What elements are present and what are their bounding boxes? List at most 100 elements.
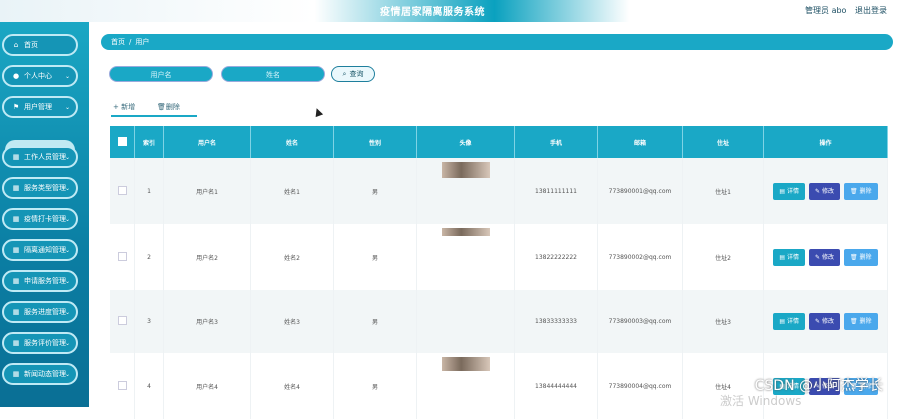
sidebar-item-label: 疫情打卡管理 [24, 215, 66, 223]
detail-label: 详情 [787, 187, 800, 195]
sidebar-item-label: 服务进度管理 [24, 308, 66, 316]
row-checkbox[interactable] [117, 316, 127, 325]
cell-gender: 男 [333, 158, 417, 224]
sidebar-item-label: 申请服务管理 [24, 277, 66, 285]
detail-label: 详情 [787, 253, 800, 261]
sidebar: ⌂首页 ●个人中心⌄ ⚑用户管理⌄ 用户 ▦工作人员管理⌄ ▦服务类型管理⌄ ▦… [0, 22, 89, 407]
sidebar-item-notice[interactable]: ▦ 隔离通知管理 ⌄ [2, 239, 78, 261]
sidebar-item-users[interactable]: ⚑ 用户管理 ⌄ [2, 96, 78, 118]
avatar-image [441, 162, 490, 178]
edit-button[interactable]: ✎ 修改 [809, 248, 840, 266]
cell-address: 住址2 [682, 224, 764, 290]
delete-label: 删除 [859, 318, 872, 325]
cell-name: 姓名1 [250, 158, 334, 224]
sidebar-item-service-type[interactable]: ▦ 服务类型管理 ⌄ [2, 177, 78, 199]
logout-link[interactable]: 退出登录 [855, 6, 887, 15]
chevron-down-icon: ⌄ [64, 339, 70, 347]
grid-icon: ▦ [12, 277, 20, 285]
sidebar-item-label: 首页 [24, 41, 38, 49]
breadcrumb-home[interactable]: 首页 [111, 37, 125, 47]
detail-button[interactable]: ▤ 详情 [773, 248, 806, 266]
cell-index: 3 [134, 290, 164, 353]
edit-button[interactable]: ✎ 修改 [809, 182, 840, 200]
sidebar-item-label: 工作人员管理 [24, 153, 66, 161]
delete-button-label: 删除 [165, 103, 180, 111]
row-delete-button[interactable]: 🗑 删除 [844, 182, 878, 200]
name-search-input[interactable]: 姓名 [221, 66, 325, 82]
cell-email: 773890001@qq.com [597, 158, 683, 224]
header-operations: 操作 [763, 126, 888, 158]
sidebar-item-checkin[interactable]: ▦ 疫情打卡管理 ⌄ [2, 208, 78, 230]
header-phone: 手机 [514, 126, 598, 158]
grid-icon: ▦ [12, 308, 20, 316]
edit-label: 修改 [821, 253, 834, 261]
grid-icon: ▦ [12, 215, 20, 223]
cell-address: 住址4 [682, 353, 764, 419]
header-username: 用户名 [163, 126, 251, 158]
home-icon: ⌂ [13, 41, 19, 49]
cell-username: 用户名3 [163, 290, 251, 353]
top-bar: 疫情居家隔离服务系统 管理员 abo 退出登录 [0, 0, 899, 22]
sidebar-item-news[interactable]: ▦ 新闻动态管理 ⌄ [2, 363, 78, 385]
table-row: 3 用户名3 姓名3 男 13833333333 773890003@qq.co… [110, 290, 888, 353]
sidebar-item-label: 服务类型管理 [24, 184, 66, 192]
cell-gender: 男 [333, 224, 417, 290]
chevron-down-icon: ⌄ [64, 103, 70, 111]
cell-gender: 男 [333, 353, 417, 419]
detail-button[interactable]: ▤ 详情 [773, 182, 806, 200]
header-gender: 性别 [333, 126, 417, 158]
detail-icon: ▤ [779, 318, 786, 325]
edit-icon: ✎ [815, 318, 821, 325]
add-button[interactable]: + 新增 [113, 100, 135, 114]
breadcrumb: 首页 / 用户 [101, 34, 893, 50]
cell-email: 773890002@qq.com [597, 224, 683, 290]
grid-icon: ▦ [12, 184, 20, 192]
trash-icon: 🗑 [157, 103, 166, 111]
edit-icon: ✎ [815, 187, 821, 195]
cell-email: 773890003@qq.com [597, 290, 683, 353]
cell-phone: 13811111111 [514, 158, 598, 224]
trash-icon: 🗑 [850, 187, 858, 195]
grid-icon: ▦ [12, 246, 20, 254]
table-row: 2 用户名2 姓名2 男 13822222222 773890002@qq.co… [110, 224, 888, 290]
table-row: 1 用户名1 姓名1 男 13811111111 773890001@qq.co… [110, 158, 888, 224]
trash-icon: 🗑 [850, 318, 858, 325]
search-button-label: 查询 [349, 70, 364, 78]
sidebar-item-review[interactable]: ▦ 服务评价管理 ⌄ [2, 332, 78, 354]
chevron-down-icon: ⌄ [64, 277, 70, 285]
detail-icon: ▤ [779, 187, 786, 195]
sidebar-item-label: 服务评价管理 [24, 339, 66, 347]
username-search-input[interactable]: 用户名 [109, 66, 213, 82]
search-button[interactable]: ⌕ 查询 [331, 66, 375, 82]
sidebar-item-progress[interactable]: ▦ 服务进度管理 ⌄ [2, 301, 78, 323]
header-name: 姓名 [250, 126, 334, 158]
row-checkbox[interactable] [117, 251, 127, 261]
sidebar-item-label: 隔离通知管理 [24, 246, 66, 254]
cell-avatar-empty [416, 290, 515, 353]
chevron-down-icon: ⌄ [64, 370, 70, 378]
chevron-down-icon: ⌄ [64, 246, 70, 254]
row-delete-button[interactable]: 🗑 删除 [844, 248, 878, 266]
row-checkbox[interactable] [117, 380, 127, 390]
grid-icon: ▦ [12, 370, 20, 378]
delete-label: 删除 [859, 187, 872, 195]
sidebar-item-apply[interactable]: ▦ 申请服务管理 ⌄ [2, 270, 78, 292]
user-info: 管理员 abo 退出登录 [799, 5, 887, 16]
header-select[interactable] [110, 126, 135, 158]
sidebar-item-home[interactable]: ⌂ 首页 [2, 34, 78, 56]
breadcrumb-current: 用户 [135, 38, 150, 46]
sidebar-item-profile[interactable]: ● 个人中心 ⌄ [2, 65, 78, 87]
role-label: 管理员 abo [805, 6, 847, 15]
edit-button[interactable]: ✎ 修改 [809, 313, 840, 330]
cell-username: 用户名4 [163, 353, 251, 419]
row-checkbox[interactable] [117, 185, 127, 195]
detail-button[interactable]: ▤ 详情 [773, 313, 806, 330]
cell-address: 住址3 [682, 290, 764, 353]
edit-label: 修改 [821, 318, 834, 325]
cell-username: 用户名1 [163, 158, 251, 224]
select-all-checkbox[interactable] [117, 136, 127, 146]
delete-button[interactable]: 🗑删除 [157, 100, 180, 114]
row-delete-button[interactable]: 🗑 删除 [844, 313, 878, 330]
sidebar-item-staff[interactable]: ▦ 工作人员管理 ⌄ [2, 146, 78, 168]
cell-name: 姓名2 [250, 224, 334, 290]
